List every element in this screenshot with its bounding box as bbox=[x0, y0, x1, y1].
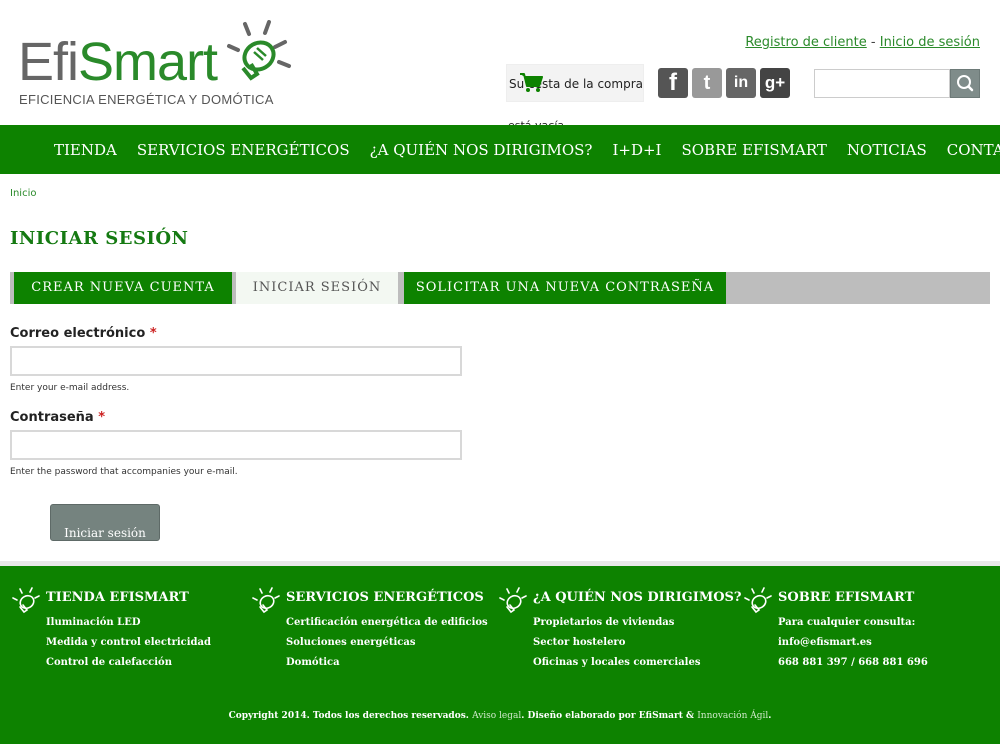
tab-request-password[interactable]: SOLICITAR UNA NUEVA CONTRASEÑA bbox=[404, 272, 726, 304]
tab-login[interactable]: INICIAR SESIÓN bbox=[236, 272, 398, 304]
password-required-mark: * bbox=[98, 410, 106, 425]
tab-create-account[interactable]: CREAR NUEVA CUENTA bbox=[14, 272, 232, 304]
footer-link[interactable]: Iluminación LED bbox=[46, 613, 211, 633]
nav-item-sobre[interactable]: SOBRE EFISMART bbox=[671, 141, 836, 159]
footer-link[interactable]: Soluciones energéticas bbox=[286, 633, 488, 653]
footer-link[interactable]: Certificación energética de edificios bbox=[286, 613, 488, 633]
user-links-separator: - bbox=[870, 35, 876, 50]
linkedin-icon[interactable]: in bbox=[726, 68, 756, 98]
password-field[interactable] bbox=[10, 430, 462, 460]
agency-link[interactable]: Innovación Ágil bbox=[697, 711, 768, 721]
footer-email-link[interactable]: info@efismart.es bbox=[778, 633, 928, 653]
facebook-icon[interactable]: f bbox=[658, 68, 688, 98]
footer-title-tienda[interactable]: TIENDA EFISMART bbox=[46, 590, 189, 605]
shopping-cart[interactable]: Su cesta de la compra bbox=[506, 64, 644, 102]
login-link[interactable]: Inicio de sesión bbox=[880, 35, 980, 50]
copyright-text: Copyright 2014. Todos los derechos reser… bbox=[228, 711, 473, 721]
footer-title-sobre[interactable]: SOBRE EFISMART bbox=[778, 590, 914, 605]
password-label-text: Contraseña bbox=[10, 410, 94, 425]
lightbulb-icon bbox=[744, 587, 772, 614]
twitter-icon[interactable]: t bbox=[692, 68, 722, 98]
register-link[interactable]: Registro de cliente bbox=[745, 35, 866, 50]
email-field[interactable] bbox=[10, 346, 462, 376]
footer-phone-text: 668 881 397 / 668 881 696 bbox=[778, 657, 928, 668]
password-label: Contraseña * bbox=[10, 410, 105, 425]
user-links: Registro de cliente - Inicio de sesión bbox=[745, 35, 980, 50]
site-footer: TIENDA EFISMART Iluminación LED Medida y… bbox=[0, 561, 1000, 744]
footer-link[interactable]: Control de calefacción bbox=[46, 653, 211, 673]
lightbulb-icon bbox=[252, 587, 280, 614]
main-nav: TIENDA SERVICIOS ENERGÉTICOS ¿A QUIÉN NO… bbox=[0, 125, 1000, 174]
search-icon bbox=[957, 75, 974, 92]
logo-tagline: EFICIENCIA ENERGÉTICA Y DOMÓTICA bbox=[19, 92, 274, 107]
email-description: Enter your e-mail address. bbox=[10, 383, 130, 393]
email-required-mark: * bbox=[149, 326, 157, 341]
legal-notice-link[interactable]: Aviso legal bbox=[472, 711, 521, 721]
logo-word-smart: Smart bbox=[78, 32, 218, 92]
site-logo[interactable]: EfiSmart EFICIENCIA ENERGÉTICA Y DOMÓTIC… bbox=[18, 20, 308, 112]
nav-item-idi[interactable]: I+D+I bbox=[602, 141, 671, 159]
nav-item-noticias[interactable]: NOTICIAS bbox=[837, 141, 937, 159]
footer-contact-text: Para cualquier consulta: bbox=[778, 617, 916, 628]
password-description: Enter the password that accompanies your… bbox=[10, 467, 238, 477]
login-submit-button[interactable]: Iniciar sesión bbox=[50, 504, 160, 541]
email-label: Correo electrónico * bbox=[10, 326, 157, 341]
nav-item-contacto[interactable]: CONTACTO bbox=[937, 141, 1000, 159]
cart-icon bbox=[520, 73, 543, 92]
nav-item-a-quien[interactable]: ¿A QUIÉN NOS DIRIGIMOS? bbox=[360, 141, 603, 159]
lightbulb-icon bbox=[12, 587, 40, 614]
lightbulb-icon bbox=[499, 587, 527, 614]
nav-item-servicios[interactable]: SERVICIOS ENERGÉTICOS bbox=[127, 141, 360, 159]
copyright-design-text: . Diseño elaborado por EfiSmart & bbox=[521, 711, 698, 721]
footer-link[interactable]: Sector hostelero bbox=[533, 633, 700, 653]
search-input[interactable] bbox=[814, 69, 950, 98]
footer-link[interactable]: Medida y control electricidad bbox=[46, 633, 211, 653]
copyright: Copyright 2014. Todos los derechos reser… bbox=[0, 711, 1000, 721]
email-label-text: Correo electrónico bbox=[10, 326, 146, 341]
breadcrumb-home[interactable]: Inicio bbox=[10, 188, 36, 199]
footer-link[interactable]: Propietarios de viviendas bbox=[533, 613, 700, 633]
account-tabs: CREAR NUEVA CUENTA INICIAR SESIÓN SOLICI… bbox=[10, 272, 990, 304]
nav-item-tienda[interactable]: TIENDA bbox=[44, 141, 127, 159]
logo-wordmark: EfiSmart bbox=[18, 32, 218, 92]
googleplus-icon[interactable]: g+ bbox=[760, 68, 790, 98]
footer-link[interactable]: Domótica bbox=[286, 653, 488, 673]
logo-word-efi: Efi bbox=[18, 32, 79, 92]
footer-title-a-quien[interactable]: ¿A QUIÉN NOS DIRIGIMOS? bbox=[533, 590, 742, 605]
page-title: INICIAR SESIÓN bbox=[10, 228, 189, 249]
copyright-end: . bbox=[768, 711, 772, 721]
search-button[interactable] bbox=[950, 69, 980, 98]
footer-title-servicios[interactable]: SERVICIOS ENERGÉTICOS bbox=[286, 590, 484, 605]
footer-link[interactable]: Oficinas y locales comerciales bbox=[533, 653, 700, 673]
lightbulb-icon bbox=[227, 20, 291, 81]
